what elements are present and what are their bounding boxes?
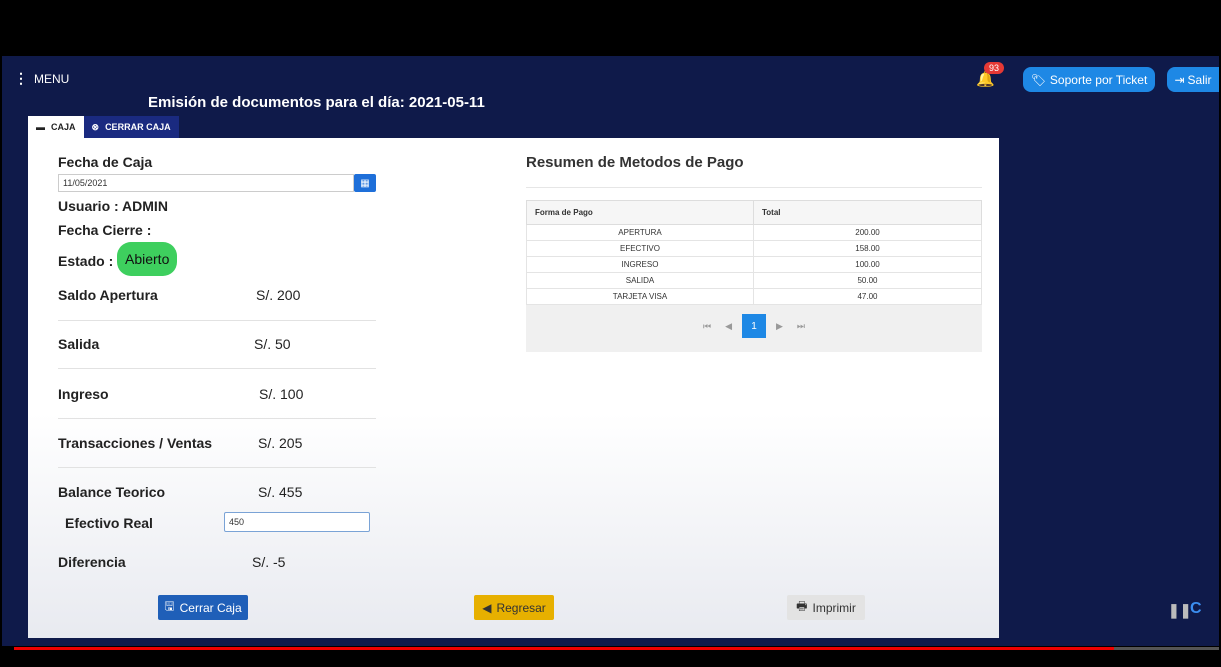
table-cell: EFECTIVO (526, 240, 754, 257)
salida-value: S/. 50 (254, 336, 291, 352)
resumen-title: Resumen de Metodos de Pago (526, 154, 744, 171)
table-cell: SALIDA (526, 272, 754, 289)
divider (58, 418, 376, 419)
prev-page-icon[interactable]: ◀ (725, 321, 732, 332)
table-row: TARJETA VISA 47.00 (526, 288, 982, 305)
table-row: SALIDA 50.00 (526, 272, 982, 289)
app-frame: ⋮ MENU Emisión de documentos para el día… (2, 2, 1219, 665)
table-row: APERTURA 200.00 (526, 224, 982, 241)
table-cell: 100.00 (753, 256, 982, 273)
video-progress-remaining[interactable] (1114, 647, 1219, 650)
column-header[interactable]: Total (753, 200, 982, 225)
resumen-table: Forma de Pago Total APERTURA 200.00 EFECT… (526, 200, 982, 305)
diferencia-value: S/. -5 (252, 554, 286, 570)
regresar-label: Regresar (496, 600, 546, 615)
usuario-label: Usuario : ADMIN (58, 198, 168, 214)
divider (58, 467, 376, 468)
salir-button[interactable]: ⇥ Salir (1167, 67, 1219, 92)
salida-label: Salida (58, 336, 100, 352)
main-panel: Fecha de Caja 11/05/2021 ▦ Usuario : ADM… (28, 138, 999, 638)
soporte-label: Soporte por Ticket (1049, 72, 1148, 87)
estado-badge: Abierto (117, 242, 178, 276)
table-cell: INGRESO (526, 256, 754, 273)
table-cell: 158.00 (753, 240, 982, 257)
divider (526, 187, 982, 188)
close-circle-icon: ⊗ (91, 121, 100, 132)
balance-teorico-label: Balance Teorico (58, 484, 166, 500)
calendar-icon[interactable]: ▦ (354, 174, 376, 192)
tag-icon: 🏷 (1030, 72, 1046, 87)
saldo-apertura-label: Saldo Apertura (58, 287, 158, 303)
ingreso-value: S/. 100 (259, 386, 304, 402)
efectivo-real-input[interactable]: 450 (224, 512, 370, 532)
ingreso-label: Ingreso (58, 386, 109, 402)
imprimir-button[interactable]: 🖶 Imprimir (787, 595, 865, 620)
fecha-caja-label: Fecha de Caja (58, 154, 153, 170)
table-row: INGRESO 100.00 (526, 256, 982, 273)
divider (58, 368, 376, 369)
table-cell: 200.00 (753, 224, 982, 241)
table-cell: TARJETA VISA (526, 288, 754, 305)
tab-caja-label: CAJA (51, 122, 76, 132)
saldo-apertura-value: S/. 200 (256, 287, 301, 303)
diferencia-label: Diferencia (58, 554, 126, 570)
resumen-table-container: Forma de Pago Total APERTURA 200.00 EFECT… (526, 200, 982, 352)
sign-out-icon: ⇥ (1174, 72, 1185, 87)
fecha-caja-input[interactable]: 11/05/2021 (58, 174, 354, 192)
arrow-left-circle-icon: ◀ (482, 600, 492, 615)
card-icon: ▬ (36, 122, 45, 132)
table-cell: 50.00 (753, 272, 982, 289)
save-icon: 🖫 (164, 599, 175, 613)
tab-caja[interactable]: ▬ CAJA (28, 116, 84, 138)
table-row: EFECTIVO 158.00 (526, 240, 982, 257)
soporte-button[interactable]: 🏷 Soporte por Ticket (1023, 67, 1155, 92)
next-page-icon[interactable]: ▶ (776, 321, 783, 332)
balance-teorico-value: S/. 455 (258, 484, 303, 500)
pagination: ⏮ ◀ 1 ▶ ⏭ (526, 314, 982, 338)
efectivo-real-label: Efectivo Real (65, 515, 153, 531)
tab-cerrar-label: CERRAR CAJA (105, 122, 171, 132)
printer-icon: 🖶 (796, 599, 808, 613)
column-header[interactable]: Forma de Pago (526, 200, 754, 225)
notification-badge: 93 (984, 62, 1005, 74)
pause-icon[interactable]: ❚❚ (1168, 602, 1191, 619)
tab-cerrar-caja[interactable]: ⊗ CERRAR CAJA (83, 116, 179, 138)
estado-label: Estado : (58, 253, 114, 269)
page-number-button[interactable]: 1 (742, 314, 766, 338)
page-title: Emisión de documentos para el día: 2021-… (148, 94, 485, 111)
divider (58, 320, 376, 321)
cerrar-caja-label: Cerrar Caja (179, 600, 242, 615)
table-cell: APERTURA (526, 224, 754, 241)
fecha-cierre-label: Fecha Cierre : (58, 222, 152, 238)
regresar-button[interactable]: ◀ Regresar (474, 595, 554, 620)
table-cell: 47.00 (753, 288, 982, 305)
transacciones-value: S/. 205 (258, 435, 303, 451)
menu-icon: ⋮ (14, 70, 28, 86)
top-bar (2, 2, 1219, 56)
channel-logo-icon: C (1190, 600, 1202, 617)
salir-label: Salir (1187, 72, 1212, 87)
tab-bar: ▬ CAJA ⊗ CERRAR CAJA (28, 116, 179, 138)
first-page-icon[interactable]: ⏮ (703, 321, 711, 332)
usuario-text: Usuario : ADMIN (58, 198, 168, 214)
last-page-icon[interactable]: ⏭ (797, 321, 805, 332)
transacciones-label: Transacciones / Ventas (58, 435, 213, 451)
cerrar-caja-button[interactable]: 🖫 Cerrar Caja (158, 595, 248, 620)
imprimir-label: Imprimir (812, 600, 856, 615)
menu-button[interactable]: ⋮ MENU (14, 70, 69, 87)
table-header-row: Forma de Pago Total (526, 200, 982, 225)
menu-label: MENU (34, 71, 70, 86)
video-progress-played[interactable] (14, 647, 1114, 650)
